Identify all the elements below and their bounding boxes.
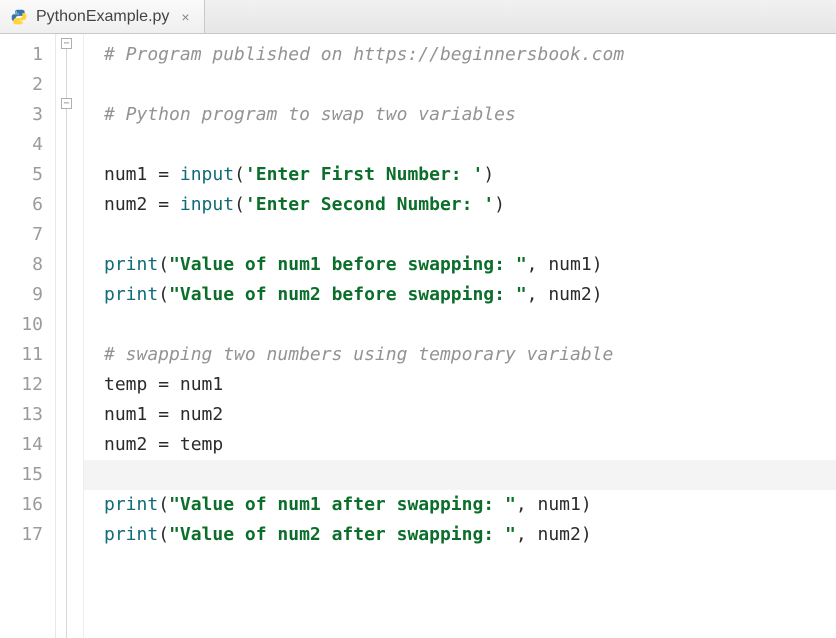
comment-text: # Program published on https://beginners…: [104, 44, 624, 65]
code-line[interactable]: print("Value of num1 before swapping: ",…: [104, 250, 836, 280]
code-editor[interactable]: 1 2 3 4 5 6 7 8 9 10 11 12 13 14 15 16 1…: [0, 34, 836, 638]
line-number: 10: [0, 310, 55, 340]
code-line[interactable]: num2 = input('Enter Second Number: '): [104, 190, 836, 220]
line-number: 2: [0, 70, 55, 100]
code-line[interactable]: [104, 220, 836, 250]
fold-toggle-icon[interactable]: −: [61, 98, 72, 109]
code-line[interactable]: num2 = temp: [104, 430, 836, 460]
code-line[interactable]: [84, 460, 836, 490]
line-number: 6: [0, 190, 55, 220]
line-number: 16: [0, 490, 55, 520]
line-number: 9: [0, 280, 55, 310]
code-line[interactable]: temp = num1: [104, 370, 836, 400]
code-line[interactable]: [104, 70, 836, 100]
code-line[interactable]: # Python program to swap two variables: [104, 100, 836, 130]
fold-toggle-icon[interactable]: −: [61, 38, 72, 49]
line-number: 17: [0, 520, 55, 550]
line-number: 5: [0, 160, 55, 190]
line-number: 3: [0, 100, 55, 130]
code-line[interactable]: [104, 310, 836, 340]
comment-text: # swapping two numbers using temporary v…: [104, 344, 613, 365]
code-line[interactable]: print("Value of num1 after swapping: ", …: [104, 490, 836, 520]
code-line[interactable]: num1 = num2: [104, 400, 836, 430]
line-number: 14: [0, 430, 55, 460]
code-line[interactable]: # swapping two numbers using temporary v…: [104, 340, 836, 370]
line-number: 15: [0, 460, 55, 490]
code-line[interactable]: # Program published on https://beginners…: [104, 40, 836, 70]
line-number: 8: [0, 250, 55, 280]
comment-text: # Python program to swap two variables: [104, 104, 516, 125]
code-line[interactable]: print("Value of num2 before swapping: ",…: [104, 280, 836, 310]
tab-bar: PythonExample.py ×: [0, 0, 836, 34]
line-number: 4: [0, 130, 55, 160]
line-number: 12: [0, 370, 55, 400]
line-number: 7: [0, 220, 55, 250]
code-line[interactable]: print("Value of num2 after swapping: ", …: [104, 520, 836, 550]
file-tab[interactable]: PythonExample.py ×: [0, 0, 205, 33]
close-tab-icon[interactable]: ×: [181, 9, 189, 25]
code-line[interactable]: num1 = input('Enter First Number: '): [104, 160, 836, 190]
line-number: 1: [0, 40, 55, 70]
tab-filename: PythonExample.py: [36, 8, 169, 26]
line-number: 11: [0, 340, 55, 370]
fold-gutter: − −: [56, 34, 84, 638]
line-number-gutter: 1 2 3 4 5 6 7 8 9 10 11 12 13 14 15 16 1…: [0, 34, 56, 638]
python-file-icon: [10, 8, 28, 26]
code-line[interactable]: [104, 130, 836, 160]
line-number: 13: [0, 400, 55, 430]
code-area[interactable]: # Program published on https://beginners…: [84, 34, 836, 638]
